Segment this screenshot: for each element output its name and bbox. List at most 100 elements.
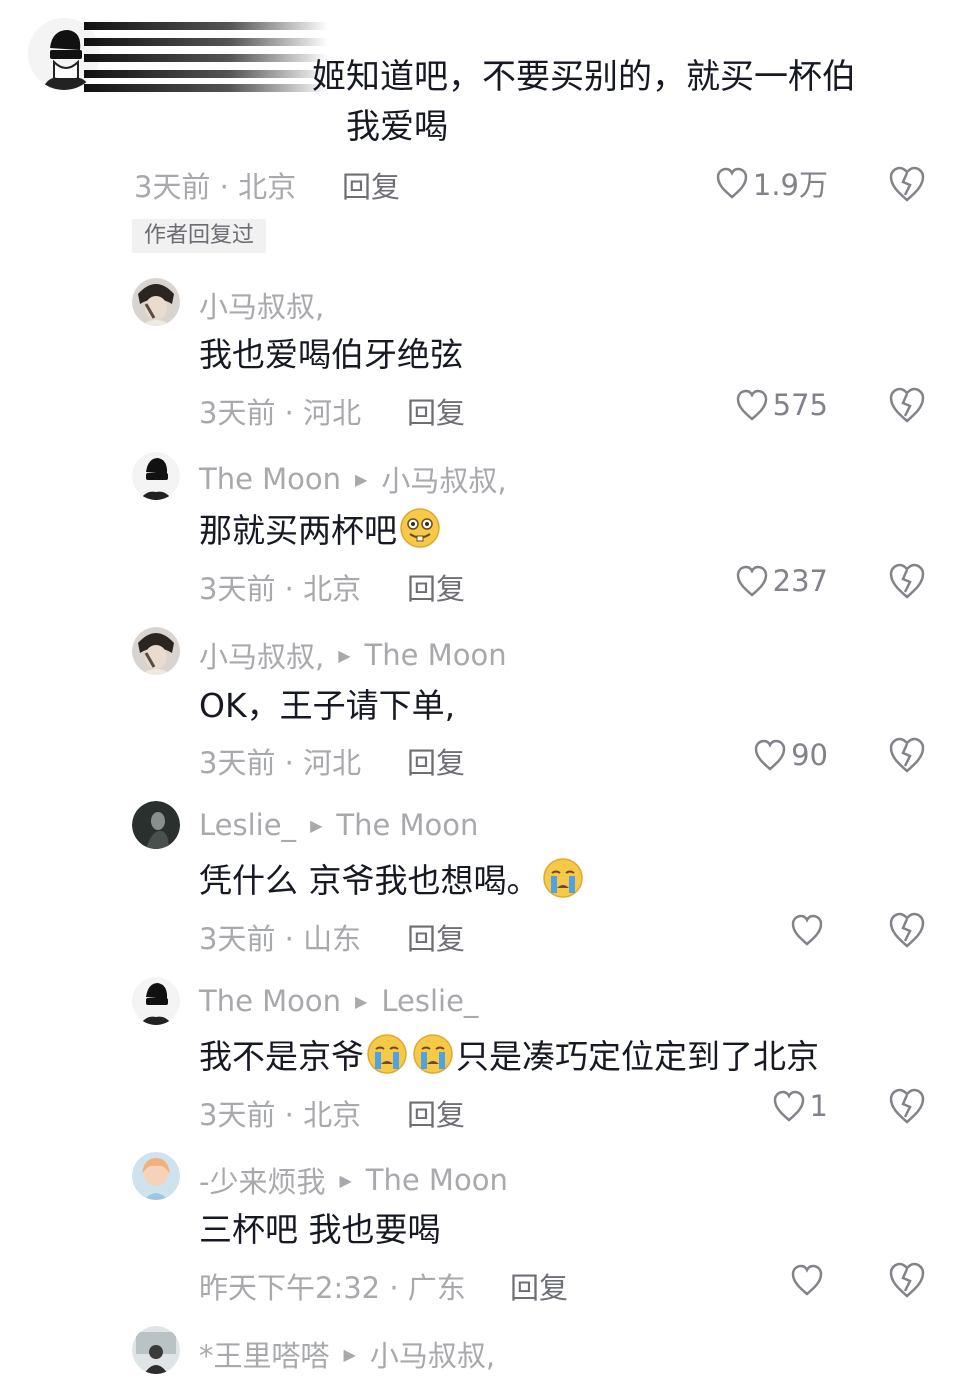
username[interactable]: The Moon — [199, 984, 341, 1018]
reply-to-username[interactable]: The Moon — [336, 808, 478, 842]
time-location: 3天前 · 北京 — [199, 572, 362, 606]
avatar[interactable] — [132, 627, 180, 675]
comment-text-line2: 我爱喝 — [346, 107, 448, 147]
reply-username[interactable]: 小马叔叔, — [199, 284, 324, 326]
time-location: 3天前 · 河北 — [199, 746, 362, 780]
like-button[interactable]: 90 — [690, 735, 828, 775]
avatar[interactable] — [132, 801, 180, 849]
reply-username[interactable]: *王里嗒嗒 ▶ 小马叔叔, — [199, 1333, 495, 1375]
reply-text: 我也爱喝伯牙绝弦 — [199, 328, 463, 376]
dislike-button[interactable] — [888, 165, 926, 207]
reply-button[interactable]: 回复 — [407, 740, 465, 782]
crying-face-emoji — [367, 1034, 407, 1074]
avatar[interactable] — [132, 1152, 180, 1200]
heart-icon — [791, 914, 823, 946]
reply-to-username[interactable]: The Moon — [365, 638, 507, 672]
like-button[interactable]: 575 — [690, 385, 828, 425]
dislike-button[interactable] — [888, 386, 926, 428]
silly-face-emoji — [400, 508, 440, 548]
broken-heart-icon — [889, 1262, 925, 1298]
username[interactable]: -少来烦我 — [199, 1159, 325, 1201]
reply-text-content: 三杯吧 我也要喝 — [199, 1210, 441, 1249]
like-button[interactable] — [690, 910, 828, 950]
reply-to-username[interactable]: The Moon — [366, 1163, 508, 1197]
reply-to-username[interactable]: 小马叔叔, — [381, 458, 506, 500]
username[interactable]: The Moon — [199, 462, 341, 496]
comment-text: 姬知道吧，不要买别的，就买一杯伯 我爱喝 — [312, 52, 922, 152]
crying-face-emoji — [542, 858, 583, 898]
avatar[interactable] — [132, 1326, 180, 1374]
reply-text: 我不是京爷 只是凑巧定位定到了北京 — [199, 1030, 819, 1078]
broken-heart-icon — [889, 737, 925, 773]
reply-text: OK，王子请下单, — [199, 679, 455, 727]
reply-text-content: 只是凑巧定位定到了北京 — [456, 1037, 819, 1076]
reply-username[interactable]: 小马叔叔, ▶ The Moon — [199, 634, 507, 676]
reply-arrow-icon: ▶ — [310, 815, 323, 835]
crying-face-emoji — [413, 1034, 453, 1074]
reply-text: 三杯吧 我也要喝 — [199, 1203, 441, 1251]
reply-button[interactable]: 回复 — [407, 1092, 465, 1134]
time-location: 3天前 · 北京 — [134, 170, 297, 204]
reply-to-username[interactable]: 小马叔叔, — [370, 1333, 495, 1375]
like-button[interactable] — [690, 1260, 828, 1300]
comment-text-line1: 姬知道吧，不要买别的，就买一杯伯 — [312, 57, 856, 97]
like-count: 1 — [809, 1089, 828, 1123]
dislike-button[interactable] — [888, 911, 926, 953]
like-button[interactable]: 1 — [690, 1086, 828, 1126]
broken-heart-icon — [889, 166, 925, 202]
dislike-button[interactable] — [888, 562, 926, 604]
time-location: 昨天下午2:32 · 广东 — [199, 1271, 466, 1305]
username[interactable]: Leslie_ — [199, 808, 296, 842]
reply-button[interactable]: 回复 — [510, 1265, 568, 1307]
avatar[interactable] — [132, 977, 180, 1025]
heart-icon — [791, 1264, 823, 1296]
avatar[interactable] — [132, 452, 180, 500]
like-button[interactable]: 1.9万 — [690, 163, 828, 203]
like-count: 575 — [772, 388, 828, 422]
reply-text-content: 我不是京爷 — [199, 1037, 364, 1076]
reply-text-content: OK，王子请下单, — [199, 686, 456, 725]
broken-heart-icon — [889, 912, 925, 948]
username[interactable]: 小马叔叔, — [199, 284, 324, 326]
reply-arrow-icon: ▶ — [355, 991, 368, 1011]
avatar[interactable] — [132, 278, 180, 326]
reply-username[interactable]: -少来烦我 ▶ The Moon — [199, 1159, 508, 1201]
reply-button[interactable]: 回复 — [342, 164, 400, 206]
username[interactable]: *王里嗒嗒 — [199, 1333, 330, 1375]
reply-button[interactable]: 回复 — [407, 566, 465, 608]
dislike-button[interactable] — [888, 736, 926, 778]
heart-icon — [773, 1090, 804, 1122]
like-count: 1.9万 — [752, 168, 828, 202]
dislike-button[interactable] — [888, 1087, 926, 1129]
time-location: 3天前 · 北京 — [199, 1098, 362, 1132]
username-redaction — [84, 20, 334, 92]
reply-button[interactable]: 回复 — [407, 390, 465, 432]
reply-text-content: 我也爱喝伯牙绝弦 — [199, 335, 463, 374]
reply-arrow-icon: ▶ — [343, 1344, 356, 1364]
reply-button[interactable]: 回复 — [407, 916, 465, 958]
reply-to-username[interactable]: Leslie_ — [381, 984, 478, 1018]
broken-heart-icon — [889, 1088, 925, 1124]
like-count: 237 — [772, 564, 828, 598]
reply-username[interactable]: Leslie_ ▶ The Moon — [199, 808, 478, 842]
author-replied-badge: 作者回复过 — [132, 219, 267, 253]
heart-icon — [716, 167, 748, 199]
reply-username[interactable]: The Moon ▶ Leslie_ — [199, 984, 478, 1018]
reply-text-content: 凭什么 京爷我也想喝。 — [199, 861, 540, 900]
heart-icon — [754, 739, 786, 771]
time-location: 3天前 · 山东 — [199, 922, 362, 956]
time-location: 3天前 · 河北 — [199, 396, 362, 430]
broken-heart-icon — [889, 563, 925, 599]
reply-username[interactable]: The Moon ▶ 小马叔叔, — [199, 458, 507, 500]
broken-heart-icon — [889, 387, 925, 423]
reply-text-content: 那就买两杯吧 — [199, 511, 397, 550]
like-count: 90 — [791, 738, 828, 772]
reply-arrow-icon: ▶ — [339, 1170, 352, 1190]
like-button[interactable]: 237 — [690, 561, 828, 601]
heart-icon — [736, 565, 767, 597]
username[interactable]: 小马叔叔, — [199, 634, 324, 676]
reply-arrow-icon: ▶ — [338, 645, 351, 665]
dislike-button[interactable] — [888, 1261, 926, 1303]
heart-icon — [736, 389, 767, 421]
reply-text: 凭什么 京爷我也想喝。 — [199, 854, 586, 902]
